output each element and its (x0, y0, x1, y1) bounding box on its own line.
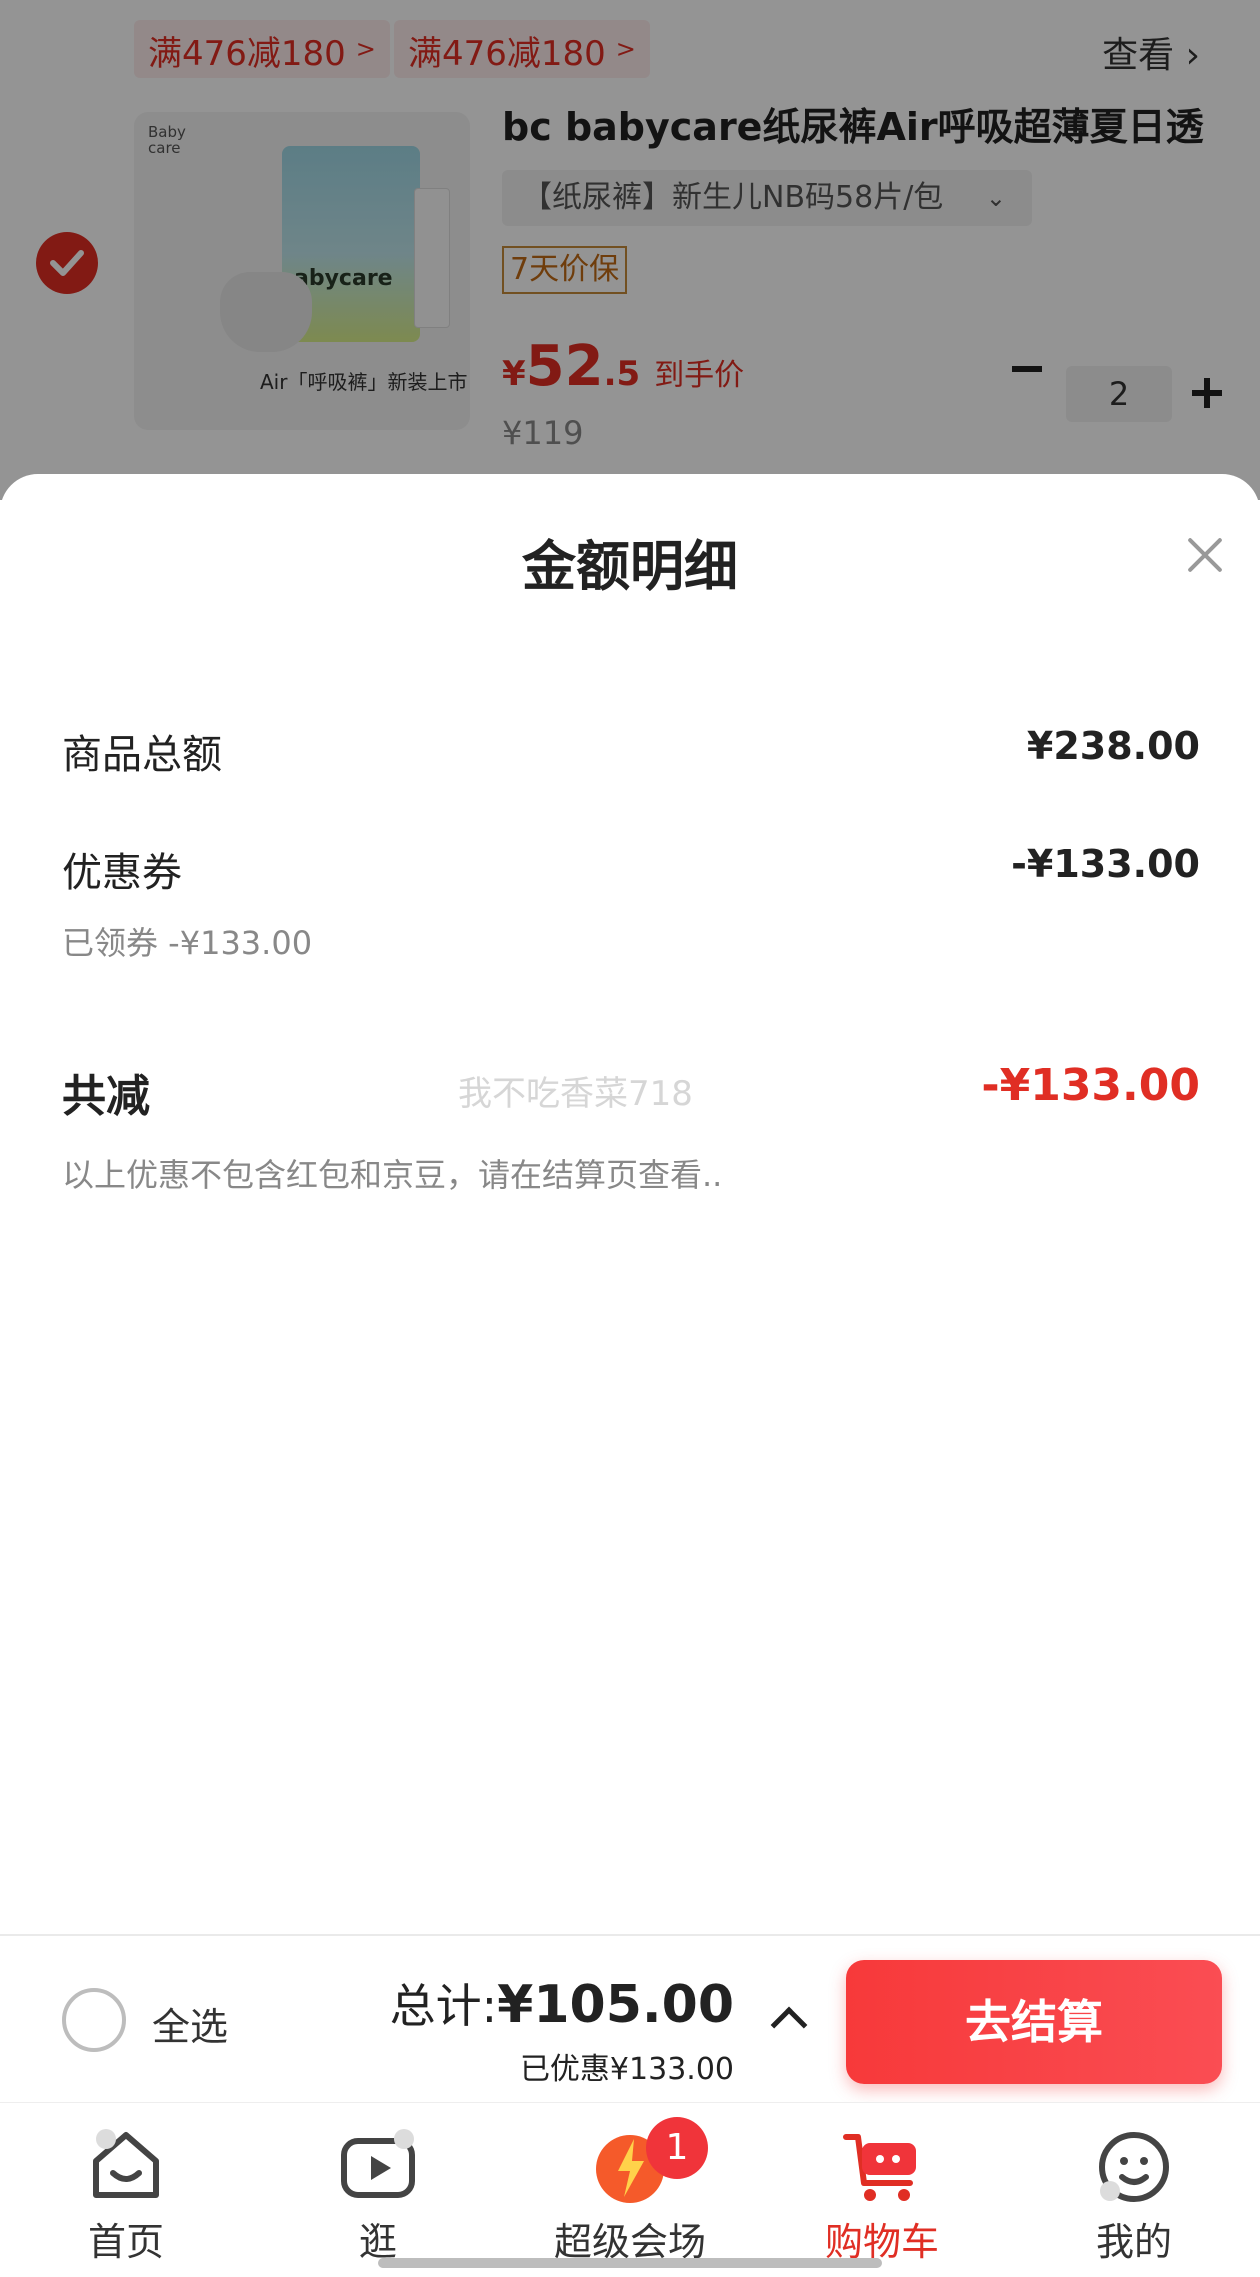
nav-item-profile[interactable]: 我的 (1008, 2103, 1260, 2277)
home-icon (93, 2129, 159, 2198)
nav-label-profile: 我的 (1095, 2220, 1172, 2264)
total-value: ¥105.00 (497, 1975, 734, 2035)
discount-note: 以上优惠不包含红包和京豆，请在结算页查看.. (62, 1156, 723, 1194)
checkout-button[interactable]: 去结算 (846, 1960, 1222, 2084)
nav-item-browse[interactable]: 逛 (252, 2103, 504, 2277)
coupon-label: 优惠券 (62, 850, 182, 896)
total-label: 总计: (389, 1979, 498, 2033)
chevron-up-icon[interactable] (770, 2006, 808, 2044)
cart-icon (843, 2134, 916, 2201)
home-indicator[interactable] (378, 2258, 882, 2268)
video-icon (341, 2129, 415, 2198)
coupon-sub-text: 已领券 -¥133.00 (62, 924, 313, 962)
goods-total-label: 商品总额 (62, 732, 222, 778)
saved-amount: 已优惠¥133.00 (519, 2052, 734, 2087)
select-all-checkbox[interactable] (62, 1988, 126, 2052)
nav-item-cart[interactable]: 购物车 (756, 2103, 1008, 2277)
close-icon[interactable] (1180, 530, 1230, 580)
select-all-label[interactable]: 全选 (152, 1996, 228, 2051)
bottom-nav: 首页 逛 1 超级会场 购物车 我的 (0, 2102, 1260, 2277)
total-amount: 总计:¥105.00 (390, 1970, 734, 2036)
dim-overlay[interactable] (0, 0, 1260, 500)
total-discount-value: -¥133.00 (981, 1060, 1200, 1111)
coupon-value: -¥133.00 (1011, 842, 1200, 886)
amount-detail-sheet: 金额明细 商品总额 ¥238.00 优惠券 -¥133.00 已领券 -¥133… (0, 474, 1260, 1934)
goods-total-value: ¥238.00 (1026, 724, 1200, 768)
nav-item-super-venue[interactable]: 1 超级会场 (504, 2103, 756, 2277)
total-discount-label: 共减 (62, 1071, 150, 1122)
checkout-bar: 全选 总计:¥105.00 已优惠¥133.00 去结算 (0, 1934, 1260, 2102)
nav-label-home: 首页 (87, 2220, 164, 2264)
nav-item-home[interactable]: 首页 (0, 2103, 252, 2277)
sheet-title: 金额明细 (522, 535, 738, 598)
profile-icon (1099, 2132, 1169, 2202)
watermark: 我不吃香菜718 (458, 1074, 693, 1114)
notification-badge: 1 (646, 2117, 708, 2179)
